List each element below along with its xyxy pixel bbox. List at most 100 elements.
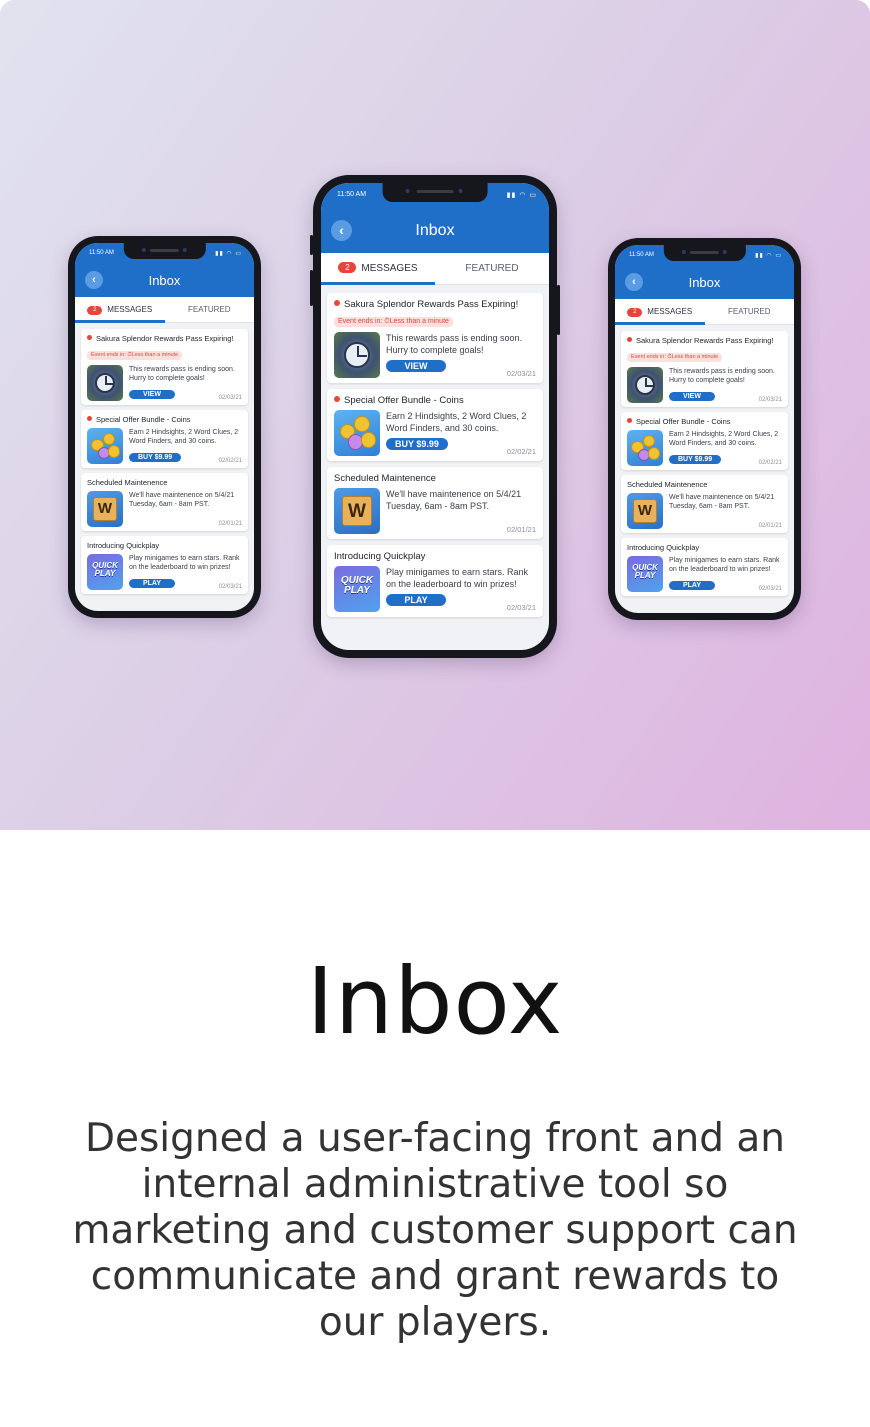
card-body: W We'll have maintenence on 5/4/21 Tuesd… (627, 493, 782, 529)
message-card[interactable]: Scheduled Maintenence W We'll have maint… (81, 473, 248, 531)
card-text: Earn 2 Hindsights, 2 Word Clues, 2 Word … (386, 411, 527, 433)
unread-dot (334, 396, 340, 402)
view-button[interactable]: VIEW (669, 392, 715, 401)
card-date: 02/02/21 (506, 447, 536, 456)
card-date: 02/03/21 (506, 369, 536, 378)
message-card[interactable]: Scheduled Maintenence W We'll have maint… (621, 475, 788, 533)
tab-bar: 2 MESSAGES FEATURED (75, 297, 254, 323)
view-button[interactable]: VIEW (386, 360, 446, 372)
clock-icon (627, 367, 663, 403)
tab-featured[interactable]: FEATURED (435, 253, 549, 284)
card-content: We'll have maintenence on 5/4/21 Tuesday… (386, 488, 536, 534)
message-card[interactable]: Sakura Splendor Rewards Pass Expiring! E… (81, 329, 248, 405)
card-body: Earn 2 Hindsights, 2 Word Clues, 2 Word … (627, 430, 782, 466)
status-icons: ▮▮ ◠ ▭ (755, 253, 782, 259)
phone-notch (663, 245, 746, 261)
card-title: Sakura Splendor Rewards Pass Expiring! (627, 336, 782, 345)
tile-letter: W (342, 496, 372, 526)
phone-notch (382, 183, 488, 202)
play-button[interactable]: PLAY (386, 594, 446, 606)
card-text: We'll have maintenence on 5/4/21 Tuesday… (386, 489, 522, 511)
card-date: 02/03/21 (218, 395, 242, 401)
event-timer: Event ends in: ⏱Less than a minute (87, 351, 183, 360)
message-card[interactable]: Special Offer Bundle - Coins Earn 2 Hind… (327, 389, 543, 461)
tab-featured[interactable]: FEATURED (705, 299, 795, 324)
card-title-text: Special Offer Bundle - Coins (96, 415, 191, 424)
card-content: This rewards pass is ending soon. Hurry … (669, 367, 782, 403)
card-content: We'll have maintenence on 5/4/21 Tuesday… (129, 491, 242, 527)
unread-badge: 2 (627, 308, 643, 317)
message-card[interactable]: Sakura Splendor Rewards Pass Expiring! E… (621, 331, 788, 407)
message-card[interactable]: Special Offer Bundle - Coins Earn 2 Hind… (81, 410, 248, 468)
tab-messages[interactable]: 2 MESSAGES (75, 297, 165, 323)
card-content: This rewards pass is ending soon. Hurry … (129, 365, 242, 401)
nav-title: Inbox (415, 222, 455, 239)
card-text: This rewards pass is ending soon. Hurry … (669, 368, 775, 384)
nav-bar: ‹ Inbox (75, 265, 254, 297)
status-time: 11:50 AM (89, 250, 114, 256)
clock-icon (334, 332, 380, 378)
tab-featured[interactable]: FEATURED (165, 297, 255, 322)
quickplay-logo-text: QUICK PLAY (340, 575, 374, 597)
status-time: 11:50 AM (629, 252, 654, 258)
card-text: We'll have maintenence on 5/4/21 Tuesday… (129, 492, 235, 508)
tab-messages[interactable]: 2 MESSAGES (321, 253, 435, 285)
card-body: QUICK PLAY Play minigames to earn stars.… (87, 554, 242, 590)
nav-title: Inbox (148, 273, 181, 288)
card-content: Play minigames to earn stars. Rank on th… (129, 554, 242, 590)
card-title: Special Offer Bundle - Coins (627, 417, 782, 426)
coins-icon (334, 410, 380, 456)
buy-button[interactable]: BUY $9.99 (669, 455, 722, 464)
card-title: Sakura Splendor Rewards Pass Expiring! (87, 334, 242, 343)
tile-letter: W (93, 497, 117, 521)
tile-letter: W (633, 499, 657, 523)
card-body: Earn 2 Hindsights, 2 Word Clues, 2 Word … (87, 428, 242, 464)
unread-dot (87, 416, 92, 421)
buy-button[interactable]: BUY $9.99 (129, 453, 182, 462)
tab-messages[interactable]: 2 MESSAGES (615, 299, 705, 325)
play-button[interactable]: PLAY (129, 579, 175, 588)
message-list: Sakura Splendor Rewards Pass Expiring! E… (321, 285, 549, 617)
status-icons: ▮▮ ◠ ▭ (506, 192, 537, 199)
buy-button[interactable]: BUY $9.99 (386, 438, 448, 450)
status-bar: 11:50 AM ▮▮ ◠ ▭ (615, 245, 794, 267)
card-body: QUICK PLAY Play minigames to earn stars.… (627, 556, 782, 592)
event-timer: Event ends in: ⏱Less than a minute (334, 317, 453, 327)
tab-messages-label: MESSAGES (647, 307, 693, 316)
card-text: Play minigames to earn stars. Rank on th… (669, 557, 780, 573)
card-text: We'll have maintenence on 5/4/21 Tuesday… (669, 494, 775, 510)
card-text: Earn 2 Hindsights, 2 Word Clues, 2 Word … (669, 431, 779, 447)
card-title: Special Offer Bundle - Coins (87, 415, 242, 424)
message-card[interactable]: Sakura Splendor Rewards Pass Expiring! E… (327, 293, 543, 383)
play-button[interactable]: PLAY (669, 581, 715, 590)
unread-dot (627, 418, 632, 423)
quickplay-icon: QUICK PLAY (627, 556, 663, 592)
view-button[interactable]: VIEW (129, 390, 175, 399)
nav-bar: ‹ Inbox (615, 267, 794, 299)
status-icons: ▮▮ ◠ ▭ (215, 251, 242, 257)
card-date: 02/03/21 (506, 603, 536, 612)
card-date: 02/01/21 (506, 525, 536, 534)
card-body: W We'll have maintenence on 5/4/21 Tuesd… (87, 491, 242, 527)
card-date: 02/01/21 (218, 521, 242, 527)
card-body: W We'll have maintenence on 5/4/21 Tuesd… (334, 488, 536, 534)
card-body: Earn 2 Hindsights, 2 Word Clues, 2 Word … (334, 410, 536, 456)
message-card[interactable]: Introducing Quickplay QUICK PLAY Play mi… (327, 545, 543, 617)
word-tile-icon: W (627, 493, 663, 529)
phone-screen: 11:50 AM ▮▮ ◠ ▭ ‹ Inbox 2 MESSAGES FEATUR… (615, 245, 794, 613)
message-card[interactable]: Introducing Quickplay QUICK PLAY Play mi… (621, 538, 788, 596)
card-text: This rewards pass is ending soon. Hurry … (129, 366, 235, 382)
caption: Inbox (0, 948, 870, 1055)
unread-dot (627, 337, 632, 342)
word-tile-icon: W (334, 488, 380, 534)
message-card[interactable]: Introducing Quickplay QUICK PLAY Play mi… (81, 536, 248, 594)
quickplay-logo-text: QUICK PLAY (632, 562, 658, 580)
card-date: 02/03/21 (758, 397, 782, 403)
message-card[interactable]: Special Offer Bundle - Coins Earn 2 Hind… (621, 412, 788, 470)
unread-badge: 2 (338, 262, 357, 273)
card-date: 02/03/21 (218, 584, 242, 590)
card-title-text: Introducing Quickplay (334, 551, 426, 562)
status-bar: 11:50 AM ▮▮ ◠ ▭ (321, 183, 549, 209)
message-card[interactable]: Scheduled Maintenence W We'll have maint… (327, 467, 543, 539)
phone-mockup-center: 11:50 AM ▮▮ ◠ ▭ ‹ Inbox 2 MESSAGES FEATUR… (310, 175, 560, 658)
